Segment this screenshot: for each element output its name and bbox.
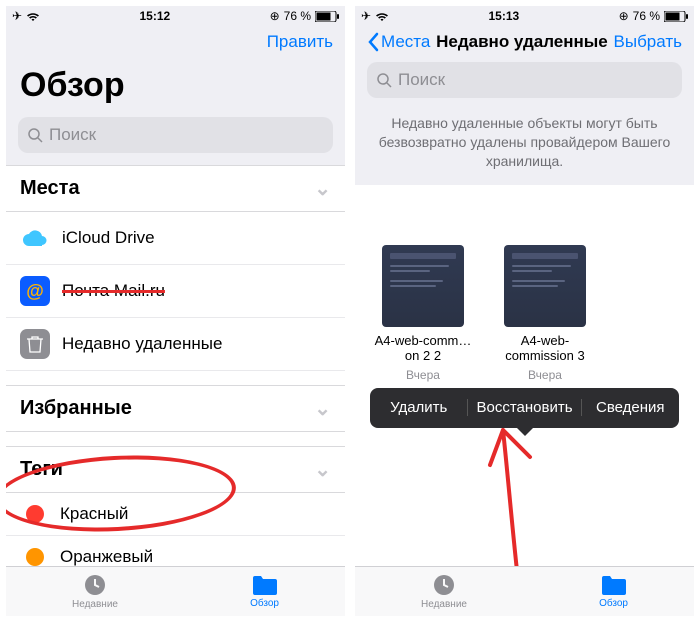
tab-bar: Недавние Обзор — [6, 566, 345, 616]
tag-dot-red — [26, 505, 44, 523]
wifi-icon — [375, 11, 389, 22]
search-placeholder: Поиск — [49, 125, 96, 145]
tag-item[interactable]: Красный — [6, 493, 345, 536]
trash-icon — [20, 329, 50, 359]
search-icon — [28, 128, 43, 143]
chevron-down-icon: ⌄ — [314, 457, 331, 482]
ctx-delete[interactable]: Удалить — [370, 399, 468, 416]
status-bar: ✈︎ 15:13 ⊕ 76 % — [355, 6, 694, 26]
battery-percent: 76 % — [284, 9, 311, 23]
search-input[interactable]: Поиск — [367, 62, 682, 98]
tab-bar: Недавние Обзор — [355, 566, 694, 616]
section-places[interactable]: Места ⌄ — [6, 165, 345, 212]
tag-dot-orange — [26, 548, 44, 566]
search-input[interactable]: Поиск — [18, 117, 333, 153]
tab-browse[interactable]: Обзор — [599, 574, 628, 609]
page-title: Недавно удаленные — [430, 32, 613, 52]
file-name: A4-web-comm…on 2 2 — [373, 333, 473, 364]
at-icon: @ — [20, 276, 50, 306]
place-label: Недавно удаленные — [62, 334, 222, 354]
airplane-icon: ✈︎ — [12, 9, 22, 23]
section-favorites[interactable]: Избранные ⌄ — [6, 385, 345, 432]
files-grid: A4-web-comm…on 2 2 Вчера 26 КБ A4-web-co… — [355, 185, 694, 400]
file-date: Вчера — [373, 368, 473, 382]
place-recently-deleted[interactable]: Недавно удаленные — [6, 318, 345, 371]
file-date: Вчера — [495, 368, 595, 382]
screenshot-recently-deleted: ✈︎ 15:13 ⊕ 76 % Места Недавно удаленные … — [355, 6, 694, 616]
back-button[interactable]: Места — [367, 32, 430, 52]
tab-recents[interactable]: Недавние — [72, 573, 118, 610]
search-placeholder: Поиск — [398, 70, 445, 90]
place-label: Почта Mail.ru — [62, 281, 165, 301]
place-icloud[interactable]: iCloud Drive — [6, 212, 345, 265]
file-thumbnail — [504, 245, 586, 327]
tag-label: Красный — [60, 504, 128, 524]
status-time: 15:12 — [139, 9, 170, 23]
place-label: iCloud Drive — [62, 228, 155, 248]
place-mailru[interactable]: @ Почта Mail.ru — [6, 265, 345, 318]
info-text: Недавно удаленные объекты могут быть без… — [355, 108, 694, 185]
file-item[interactable]: A4-web-commission 3 Вчера 26 КБ — [495, 245, 595, 400]
status-bar: ✈︎ 15:12 ⊕ 76 % — [6, 6, 345, 26]
nav-bar: Места Недавно удаленные Выбрать — [355, 26, 694, 56]
clock-icon — [83, 573, 107, 597]
tab-browse[interactable]: Обзор — [250, 574, 279, 609]
ctx-restore[interactable]: Восстановить — [468, 399, 581, 416]
tab-recents[interactable]: Недавние — [421, 573, 467, 610]
orientation-lock-icon: ⊕ — [270, 9, 280, 23]
file-thumbnail — [382, 245, 464, 327]
status-time: 15:13 — [488, 9, 519, 23]
folder-icon — [252, 574, 278, 596]
context-menu: Удалить Восстановить Сведения — [370, 388, 679, 428]
file-item[interactable]: A4-web-comm…on 2 2 Вчера 26 КБ — [373, 245, 473, 400]
battery-icon — [664, 11, 688, 22]
nav-bar: Править — [6, 26, 345, 56]
orientation-lock-icon: ⊕ — [619, 9, 629, 23]
battery-percent: 76 % — [633, 9, 660, 23]
battery-icon — [315, 11, 339, 22]
chevron-down-icon: ⌄ — [314, 176, 331, 201]
screenshot-browse-screen: ✈︎ 15:12 ⊕ 76 % Править Обзор Поиск Мест… — [6, 6, 345, 616]
clock-icon — [432, 573, 456, 597]
search-icon — [377, 73, 392, 88]
select-button[interactable]: Выбрать — [614, 32, 682, 52]
file-name: A4-web-commission 3 — [495, 333, 595, 364]
edit-button[interactable]: Править — [267, 32, 333, 52]
cloud-icon — [20, 223, 50, 253]
airplane-icon: ✈︎ — [361, 9, 371, 23]
tag-label: Оранжевый — [60, 547, 153, 567]
wifi-icon — [26, 11, 40, 22]
chevron-down-icon: ⌄ — [314, 396, 331, 421]
page-title: Обзор — [6, 56, 345, 111]
section-tags[interactable]: Теги ⌄ — [6, 446, 345, 493]
folder-icon — [601, 574, 627, 596]
ctx-details[interactable]: Сведения — [582, 399, 679, 416]
chevron-left-icon — [367, 32, 379, 52]
